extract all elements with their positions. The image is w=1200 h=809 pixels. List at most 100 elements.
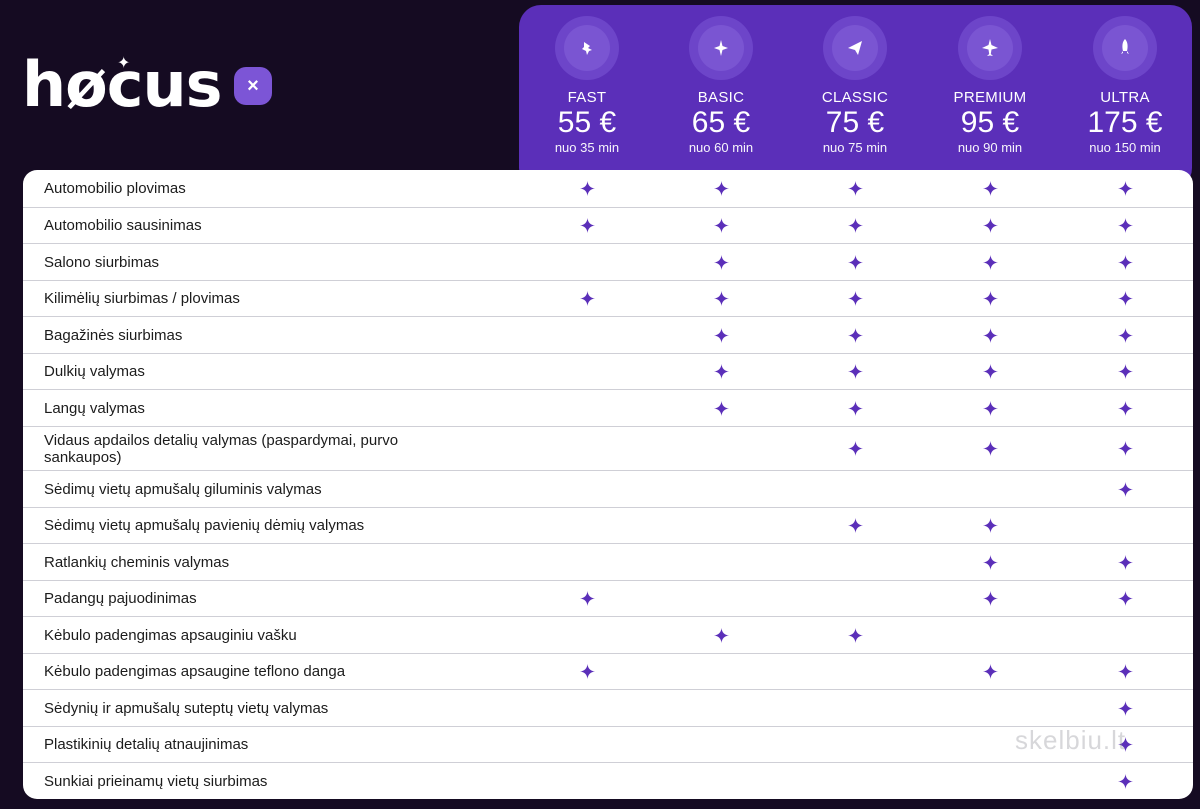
plan-duration: nuo 150 min — [1089, 140, 1161, 155]
included-sparkle-icon — [980, 581, 1000, 616]
table-row: Sunkiai prieinamų vietų siurbimas — [23, 762, 1193, 799]
included-sparkle-icon — [845, 508, 865, 543]
plan-duration: nuo 35 min — [554, 140, 620, 155]
included-sparkle-icon — [845, 317, 865, 353]
table-row: Sėdimų vietų apmušalų pavienių dėmių val… — [23, 507, 1193, 543]
included-sparkle-icon — [1115, 581, 1135, 616]
plan-duration: nuo 75 min — [822, 140, 888, 155]
sparkle-icon: ✦ — [117, 55, 131, 72]
included-sparkle-icon — [577, 208, 597, 243]
included-sparkle-icon — [980, 354, 1000, 389]
table-row: Kilimėlių siurbimas / plovimas — [23, 280, 1193, 316]
included-sparkle-icon — [1115, 544, 1135, 580]
included-sparkle-icon — [1115, 244, 1135, 280]
rocket-icon — [1093, 16, 1157, 80]
car-wash-icon — [555, 16, 619, 80]
included-sparkle-icon — [711, 170, 731, 207]
watermark: skelbiu.lt — [1015, 725, 1127, 755]
included-sparkle-icon — [980, 208, 1000, 243]
plan-price: 65 € — [691, 106, 751, 139]
included-sparkle-icon — [845, 617, 865, 653]
included-sparkle-icon — [1115, 763, 1135, 799]
included-sparkle-icon — [1115, 390, 1135, 426]
plan-name: ULTRA — [1100, 89, 1150, 106]
feature-label: Vidaus apdailos detalių valymas (paspard… — [44, 431, 399, 466]
included-sparkle-icon — [1115, 170, 1135, 207]
table-row: Vidaus apdailos detalių valymas (paspard… — [23, 426, 1193, 470]
table-row: Sėdynių ir apmušalų suteptų vietų valyma… — [23, 689, 1193, 726]
included-sparkle-icon — [577, 281, 597, 316]
features-table: Automobilio plovimas Automobilio sausinim… — [23, 170, 1193, 799]
included-sparkle-icon — [845, 244, 865, 280]
plan-duration: nuo 90 min — [957, 140, 1023, 155]
included-sparkle-icon — [1115, 354, 1135, 389]
included-sparkle-icon — [711, 244, 731, 280]
plans-header: FAST 55 € nuo 35 min BASIC 65 € nuo 60 m… — [519, 5, 1192, 190]
feature-label: Kėbulo padengimas apsaugine teflono dang… — [44, 663, 346, 680]
brand-logo: høcus ✦ × — [22, 50, 272, 120]
included-sparkle-icon — [1115, 208, 1135, 243]
jet-icon — [958, 16, 1022, 80]
feature-label: Salono siurbimas — [44, 253, 160, 271]
included-sparkle-icon — [845, 354, 865, 389]
included-sparkle-icon — [845, 208, 865, 243]
included-sparkle-icon — [845, 281, 865, 316]
included-sparkle-icon — [980, 427, 1000, 470]
table-row: Dulkių valymas — [23, 353, 1193, 389]
included-sparkle-icon — [980, 544, 1000, 580]
plan-name: CLASSIC — [821, 89, 889, 106]
feature-label: Sėdynių ir apmušalų suteptų vietų valyma… — [44, 699, 329, 717]
paper-plane-icon — [823, 16, 887, 80]
included-sparkle-icon — [845, 390, 865, 426]
included-sparkle-icon — [1115, 427, 1135, 470]
feature-label: Automobilio plovimas — [44, 180, 186, 197]
plan-name: PREMIUM — [953, 89, 1027, 106]
plan-price: 95 € — [960, 106, 1020, 139]
table-row: Padangų pajuodinimas — [23, 580, 1193, 616]
included-sparkle-icon — [845, 170, 865, 207]
feature-label: Kėbulo padengimas apsauginiu vašku — [44, 626, 297, 644]
included-sparkle-icon — [980, 170, 1000, 207]
included-sparkle-icon — [711, 390, 731, 426]
included-sparkle-icon — [711, 317, 731, 353]
plan-name: FAST — [567, 89, 607, 106]
plan-name: BASIC — [697, 89, 745, 106]
included-sparkle-icon — [980, 281, 1000, 316]
table-row: Kėbulo padengimas apsaugine teflono dang… — [23, 653, 1193, 689]
included-sparkle-icon — [1115, 471, 1135, 507]
plan-price: 175 € — [1087, 106, 1163, 139]
plan-duration: nuo 60 min — [688, 140, 754, 155]
table-row: Automobilio plovimas — [23, 170, 1193, 207]
included-sparkle-icon — [577, 170, 597, 207]
included-sparkle-icon — [845, 427, 865, 470]
feature-label: Kilimėlių siurbimas / plovimas — [44, 290, 240, 307]
included-sparkle-icon — [1115, 281, 1135, 316]
table-row: Langų valymas — [23, 389, 1193, 426]
included-sparkle-icon — [1115, 654, 1135, 689]
brand-badge: × — [234, 67, 272, 105]
table-row: Sėdimų vietų apmušalų giluminis valymas — [23, 470, 1193, 507]
included-sparkle-icon — [980, 244, 1000, 280]
feature-label: Bagažinės siurbimas — [44, 326, 183, 344]
included-sparkle-icon — [980, 390, 1000, 426]
feature-label: Plastikinių detalių atnaujinimas — [44, 736, 249, 753]
included-sparkle-icon — [980, 508, 1000, 543]
feature-label: Padangų pajuodinimas — [44, 590, 197, 607]
table-row: Bagažinės siurbimas — [23, 316, 1193, 353]
feature-label: Ratlankių cheminis valymas — [44, 553, 230, 571]
feature-label: Sėdimų vietų apmušalų pavienių dėmių val… — [44, 517, 365, 534]
included-sparkle-icon — [1115, 690, 1135, 726]
plan-price: 55 € — [557, 106, 617, 139]
feature-label: Sunkiai prieinamų vietų siurbimas — [44, 772, 268, 790]
table-row: Kėbulo padengimas apsauginiu vašku — [23, 616, 1193, 653]
feature-label: Langų valymas — [44, 399, 145, 417]
included-sparkle-icon — [1115, 317, 1135, 353]
feature-label: Sėdimų vietų apmušalų giluminis valymas — [44, 480, 322, 498]
plan-price: 75 € — [825, 106, 885, 139]
included-sparkle-icon — [980, 317, 1000, 353]
included-sparkle-icon — [711, 617, 731, 653]
included-sparkle-icon — [711, 208, 731, 243]
airplane-icon — [689, 16, 753, 80]
table-row: Automobilio sausinimas — [23, 207, 1193, 243]
included-sparkle-icon — [711, 354, 731, 389]
